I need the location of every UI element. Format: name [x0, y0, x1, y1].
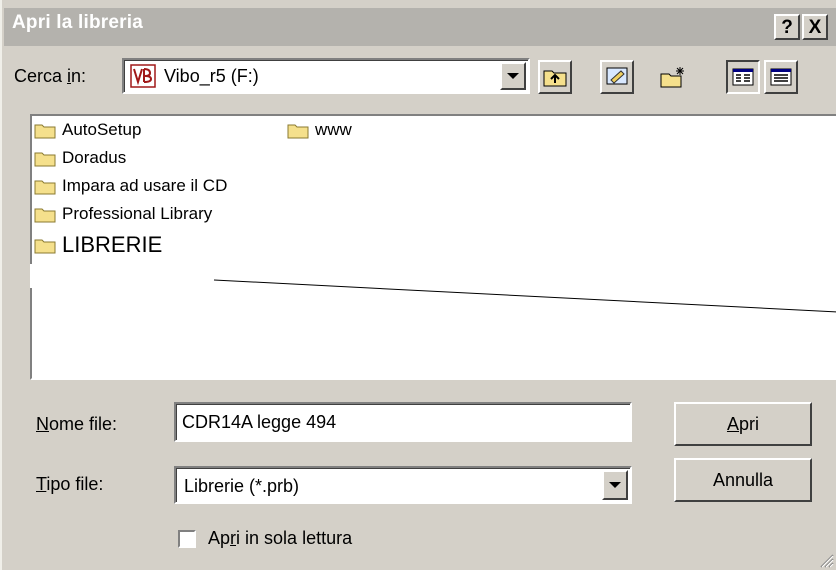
- file-type-dropdown-button[interactable]: [602, 470, 628, 500]
- open-button[interactable]: Apri: [674, 402, 812, 446]
- resize-grip-icon[interactable]: [816, 550, 834, 568]
- file-type-dropdown[interactable]: Librerie (*.prb): [174, 466, 632, 504]
- read-only-label[interactable]: Apri in sola lettura: [208, 528, 352, 549]
- file-type-label: Tipo file:: [36, 474, 104, 494]
- file-type-value: Librerie (*.prb): [184, 476, 300, 496]
- file-name-label: Nome file:: [36, 414, 118, 434]
- file-name-input[interactable]: CDR14A legge 494: [174, 402, 632, 442]
- chevron-down-icon: [609, 482, 621, 488]
- open-library-dialog: Apri la libreria ? X Cerca in: Vibo_r5 (…: [0, 0, 836, 570]
- cancel-button[interactable]: Annulla: [674, 458, 812, 502]
- read-only-checkbox[interactable]: [178, 530, 196, 548]
